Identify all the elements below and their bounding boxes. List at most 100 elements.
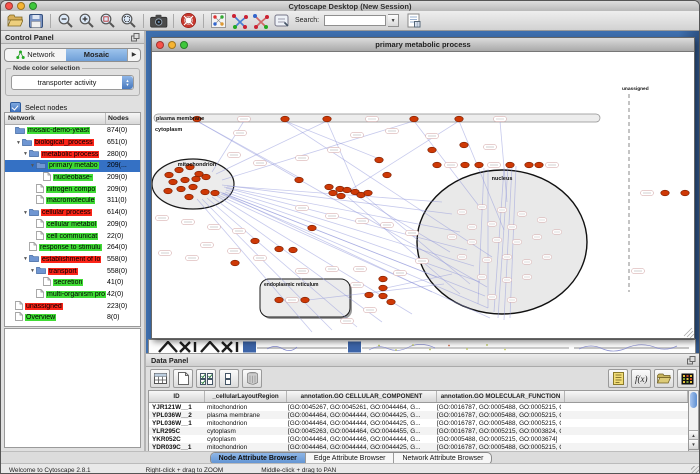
network-node[interactable] [231,260,239,266]
network-node[interactable] [202,174,210,180]
vizmapper-icon[interactable] [272,12,291,30]
tab-node-attribute-browser[interactable]: Node Attribute Browser [211,453,306,464]
network-node[interactable] [211,190,219,196]
select-nodes-checkbox[interactable] [10,102,21,113]
zoom-selected-icon[interactable] [98,12,117,30]
tree-row[interactable]: ▼biological_process651(0) [5,137,140,149]
network-node[interactable] [379,285,387,291]
network-node[interactable] [337,193,345,199]
unselect-attributes-icon[interactable] [219,369,239,388]
network-node[interactable] [169,179,177,185]
network-edge[interactable] [347,121,459,192]
column-header[interactable]: annotation.GO CELLULAR_COMPONENT [287,391,437,402]
expand-triangle-icon[interactable]: ▼ [29,163,36,169]
zoom-fit-icon[interactable] [119,12,138,30]
network-node[interactable] [375,157,383,163]
open-file-icon[interactable] [5,12,24,30]
expand-triangle-icon[interactable]: ▼ [22,256,29,262]
network-edge[interactable] [285,121,382,160]
network-node[interactable] [343,187,351,193]
tree-row[interactable]: ▼primary metabo209(... [5,160,140,172]
network-node[interactable] [325,184,333,190]
network-node[interactable] [177,186,185,192]
network-node[interactable] [681,190,689,196]
tab-mosaic[interactable]: Mosaic [66,49,127,61]
expand-triangle-icon[interactable]: ▼ [29,268,36,274]
advanced-search-icon[interactable] [404,12,423,30]
tab-network-attribute-browser[interactable]: Network Attribute Browser [394,453,491,464]
network-node[interactable] [275,297,283,303]
expand-triangle-icon[interactable]: ▼ [22,210,29,216]
network-node[interactable] [461,162,469,168]
network-node[interactable] [428,147,436,153]
scrollbar-thumb[interactable] [690,392,697,408]
tree-row[interactable]: ▼transport558(0) [5,265,140,277]
float-panel-icon[interactable] [131,33,140,42]
network-overlay-blue-icon[interactable] [230,12,249,30]
help-icon[interactable] [179,12,198,30]
network-node[interactable] [185,194,193,200]
network-node[interactable] [289,247,297,253]
network-window-titlebar[interactable]: primary metabolic process [152,38,694,52]
table-row[interactable]: YKR052Ccytoplasm[GO:0044464, GO:0044446,… [149,435,688,443]
table-row[interactable]: YPL036W__1mitochondrion[GO:0044464, GO:0… [149,419,688,427]
tree-row[interactable]: cellular metabol209(0) [5,219,140,231]
attribute-list-icon[interactable] [608,369,628,388]
float-data-panel-icon[interactable] [687,356,696,365]
table-row[interactable]: YJR121W__1mitochondrion[GO:0045267, GO:0… [149,403,688,411]
attribute-table-icon[interactable] [150,369,170,388]
network-edge[interactable] [220,192,437,277]
network-node[interactable] [535,162,543,168]
tree-row[interactable]: nucleobase-209(0) [5,172,140,184]
select-attributes-icon[interactable] [196,369,216,388]
column-header[interactable]: ID [149,391,205,402]
network-edge[interactable] [216,121,327,174]
table-row[interactable]: YDR039C__1mitochondrion[GO:0044464, GO:0… [149,443,688,451]
network-node[interactable] [175,167,183,173]
table-row[interactable]: YPL036W__2plasma membrane[GO:0044464, GO… [149,411,688,419]
network-node[interactable] [323,116,331,122]
network-node[interactable] [192,176,200,182]
tree-header-nodes[interactable]: Nodes [106,113,140,124]
network-overlay-red-icon[interactable] [251,12,270,30]
network-node[interactable] [181,177,189,183]
zoom-in-icon[interactable] [77,12,96,30]
network-node[interactable] [379,293,387,299]
network-node[interactable] [460,142,468,148]
network-node[interactable] [275,246,283,252]
network-node[interactable] [475,162,483,168]
tree-row[interactable]: unassigned223(0) [5,300,140,312]
tree-row[interactable]: multi-organism pro42(0) [5,289,140,301]
network-node[interactable] [383,172,391,178]
network-node[interactable] [308,225,316,231]
network-node[interactable] [295,177,303,183]
scroll-down-icon[interactable]: ▼ [689,439,698,449]
zoom-out-icon[interactable] [56,12,75,30]
table-row[interactable]: YLR295Ccytoplasm[GO:0045263, GO:0044464,… [149,427,688,435]
tree-row[interactable]: nitrogen compo209(0) [5,183,140,195]
network-node[interactable] [364,190,372,196]
tab-network[interactable]: Network [5,49,66,61]
attribute-matrix-icon[interactable] [677,369,697,388]
tree-row[interactable]: cell communicat22(0) [5,230,140,242]
import-attributes-icon[interactable] [654,369,674,388]
network-node[interactable] [301,297,309,303]
network-edge[interactable] [212,121,244,172]
tab-edge-attribute-browser[interactable]: Edge Attribute Browser [306,453,395,464]
network-node[interactable] [661,190,669,196]
network-node[interactable] [410,116,418,122]
network-node[interactable] [251,238,259,244]
search-dropdown-icon[interactable]: ▼ [388,14,399,27]
tree-row[interactable]: macromolecule311(0) [5,195,140,207]
expand-triangle-icon[interactable]: ▼ [22,151,29,157]
canvas-resize-grip[interactable] [684,328,694,338]
network-edge[interactable] [327,121,357,190]
network-node[interactable] [455,116,463,122]
tab-overflow-arrow-icon[interactable]: ▶ [127,49,140,61]
network-node[interactable] [365,292,373,298]
network-node[interactable] [433,162,441,168]
tree-row[interactable]: ▼metabolic process280(0) [5,148,140,160]
save-icon[interactable] [26,12,45,30]
delete-attribute-icon[interactable] [242,369,262,388]
tree-header-network[interactable]: Network [5,113,106,124]
